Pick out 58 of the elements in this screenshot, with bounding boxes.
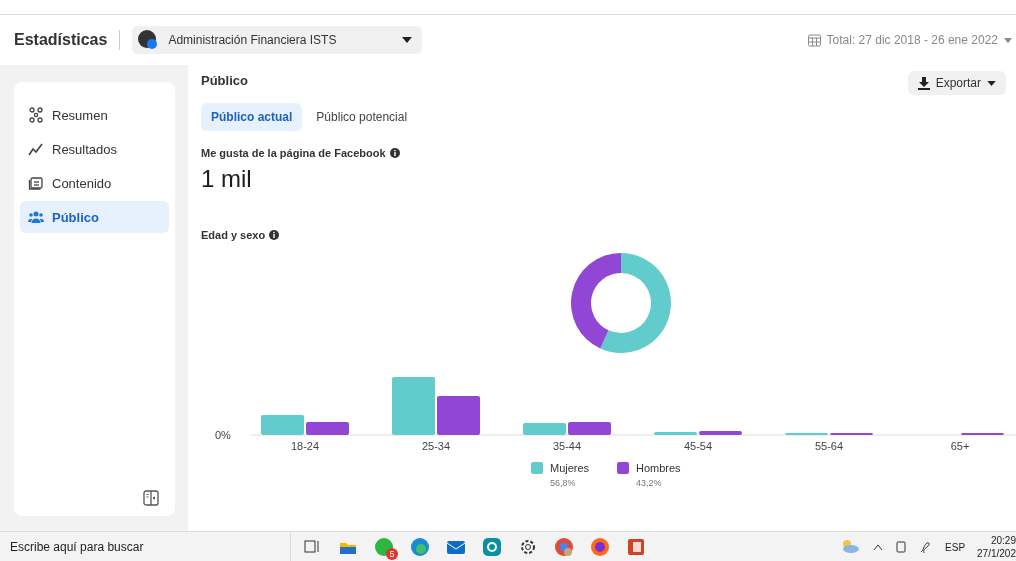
- people-icon: [28, 209, 44, 225]
- axis-label: 35-44: [552, 440, 582, 452]
- language-indicator[interactable]: ESP: [945, 541, 966, 553]
- device-icon[interactable]: [895, 541, 908, 553]
- axis-label: 55-64: [814, 440, 844, 452]
- panel-toggle-icon[interactable]: [143, 490, 159, 506]
- sidebar-item[interactable]: Público: [20, 201, 169, 233]
- browser-icon[interactable]: [409, 536, 431, 558]
- avatar-icon: [138, 30, 159, 50]
- trend-icon: [28, 141, 44, 157]
- download-icon: [917, 76, 930, 90]
- bar: [654, 432, 697, 435]
- sidebar-item[interactable]: Resultados: [20, 133, 169, 165]
- axis-label: 0%: [215, 429, 231, 441]
- axis-label: 45-54: [683, 440, 713, 452]
- metric-value: 1 mil: [201, 165, 253, 193]
- section-title: Público: [201, 73, 248, 88]
- bar: [568, 422, 611, 435]
- chart-label: Edad y sexo: [201, 229, 266, 241]
- chat-app-icon[interactable]: 5: [373, 536, 395, 558]
- axis-label: 65+: [950, 440, 970, 452]
- nodes-icon: [28, 107, 44, 123]
- axis-label: 25-34: [421, 440, 451, 452]
- bar: [523, 423, 566, 435]
- sidebar-item[interactable]: Resumen: [20, 99, 169, 131]
- clock-time[interactable]: 20:29: [990, 534, 1016, 547]
- search-app-icon[interactable]: [481, 536, 503, 558]
- round-app-icon[interactable]: [553, 536, 575, 558]
- info-icon[interactable]: [269, 230, 280, 240]
- metric-label: Me gusta de la página de Facebook: [201, 147, 386, 159]
- chevron-up-icon[interactable]: [873, 543, 884, 551]
- legend-share: 43,2%: [636, 478, 662, 488]
- tab[interactable]: Público potencial: [306, 103, 418, 131]
- page-selector[interactable]: Administración Financiera ISTS: [132, 26, 423, 54]
- axis-label: 18-24: [290, 440, 320, 452]
- slides-icon[interactable]: [625, 536, 647, 558]
- tab[interactable]: Público actual: [201, 103, 303, 131]
- bar: [392, 377, 435, 435]
- caret-icon: [1004, 37, 1012, 43]
- info-icon[interactable]: [389, 148, 400, 158]
- caret-icon: [402, 37, 413, 43]
- bar: [306, 422, 349, 435]
- sidebar-item[interactable]: Contenido: [20, 167, 169, 199]
- page-title: Estadísticas: [14, 31, 108, 49]
- caret-icon: [987, 80, 996, 86]
- bar: [437, 396, 480, 435]
- legend-label: Mujeres: [550, 462, 590, 474]
- legend-share: 56,8%: [550, 478, 576, 488]
- date-range[interactable]: Total: 27 dic 2018 - 26 ene 2022: [826, 33, 998, 47]
- export-button[interactable]: Exportar: [907, 71, 1006, 95]
- taskbar-search[interactable]: Escribe aquí para buscar: [10, 540, 144, 554]
- bar: [699, 431, 742, 435]
- content-icon: [28, 175, 44, 191]
- calendar-icon: [807, 33, 821, 47]
- legend-label: Hombres: [636, 462, 681, 474]
- fox-app-icon[interactable]: [589, 536, 611, 558]
- clock-date[interactable]: 27/1/202: [977, 547, 1016, 560]
- bar: [261, 415, 304, 435]
